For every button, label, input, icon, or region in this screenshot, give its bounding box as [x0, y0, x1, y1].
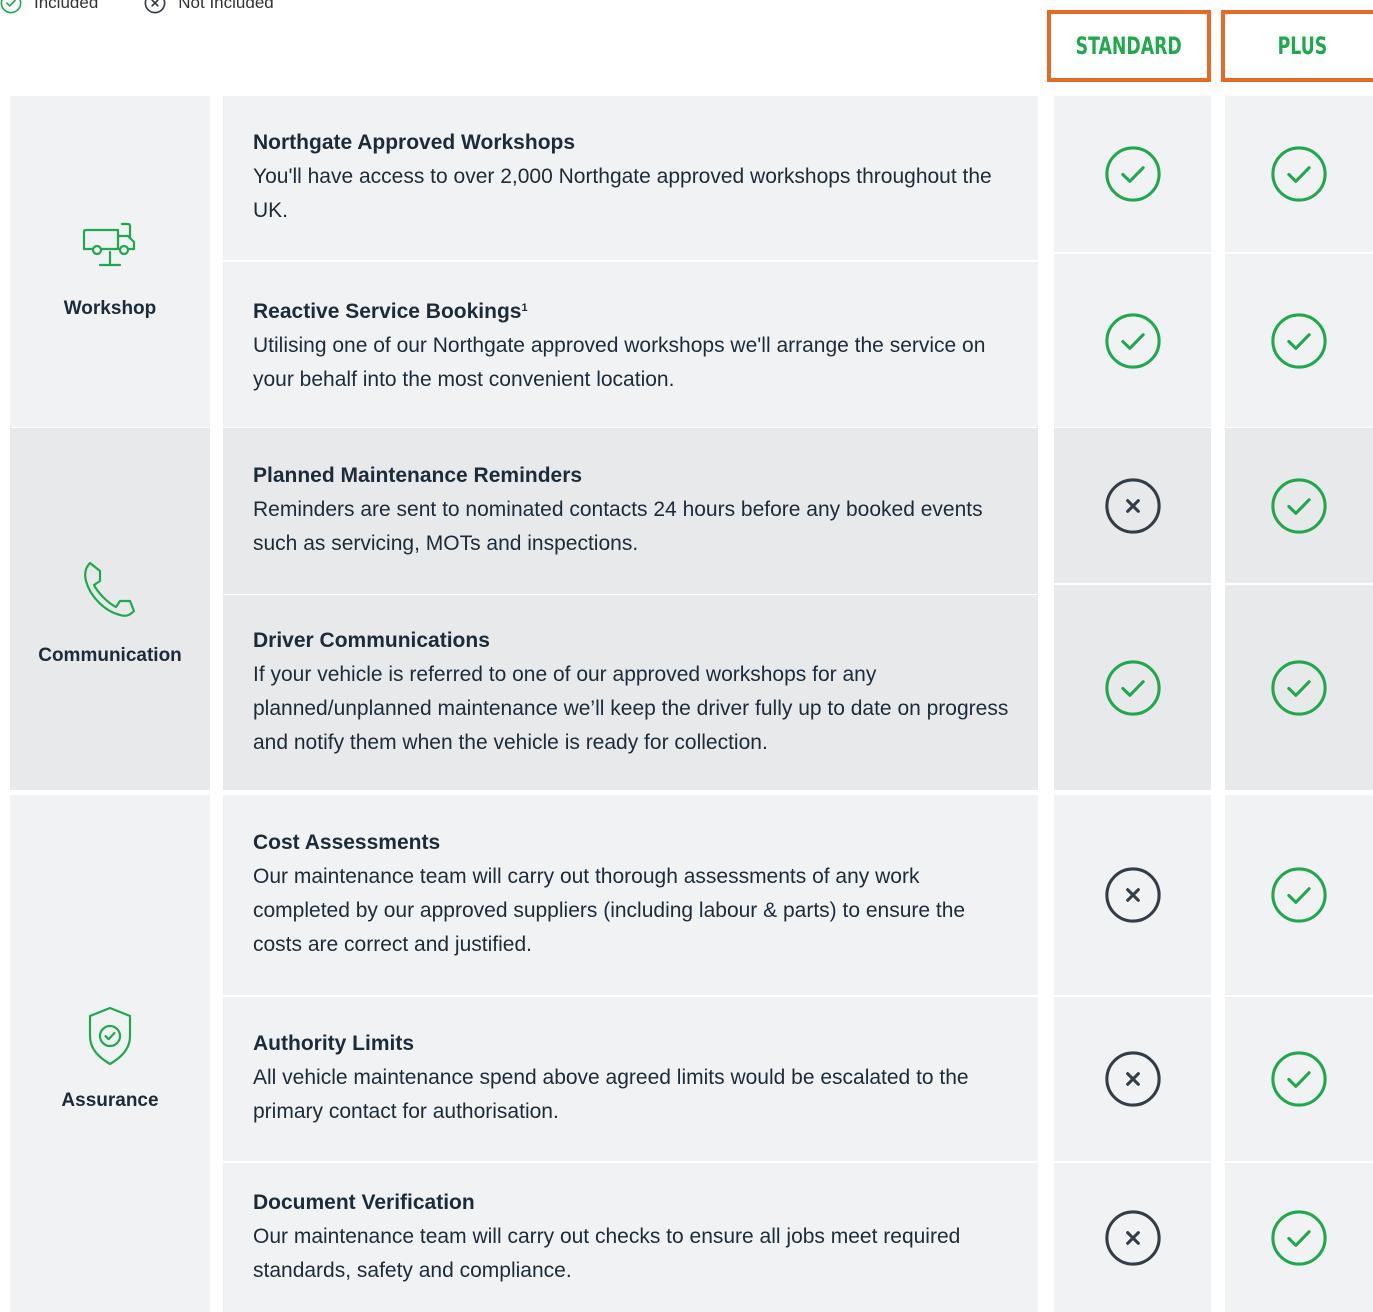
phone-icon	[84, 561, 136, 617]
feature-row: Document Verification Our maintenance te…	[223, 1163, 1038, 1312]
feature-title: Cost Assessments	[253, 831, 441, 854]
standard-mark-cell	[1054, 254, 1211, 427]
check-circle-icon	[1271, 477, 1327, 534]
feature-title: Authority Limits	[253, 1032, 414, 1055]
feature-row: Reactive Service Bookings1 Utilising one…	[223, 262, 1038, 427]
feature-row: Authority Limits All vehicle maintenance…	[223, 997, 1038, 1161]
check-circle-icon	[1104, 146, 1161, 202]
legend-not-included-label: Not Included	[178, 0, 274, 12]
van-on-lift-icon	[82, 222, 136, 266]
feature-title: Driver Communications	[253, 628, 490, 652]
legend-included-label: Included	[34, 0, 99, 12]
group-label: Workshop	[63, 297, 157, 319]
standard-mark-cell	[1054, 96, 1211, 252]
cross-circle-icon	[1104, 1051, 1161, 1107]
check-circle-icon	[1271, 1209, 1327, 1266]
feature-title: Reactive Service Bookings1	[253, 299, 528, 323]
feature-row: Planned Maintenance Reminders Reminders …	[223, 428, 1038, 594]
standard-mark-cell	[1054, 585, 1211, 790]
feature-description: All vehicle maintenance spend above agre…	[253, 1066, 969, 1123]
plus-mark-cell	[1225, 428, 1373, 583]
feature-description: Our maintenance team will carry out thor…	[253, 865, 966, 956]
plus-mark-cell	[1225, 585, 1373, 790]
plus-mark-cell	[1225, 795, 1373, 995]
plus-mark-cell	[1225, 1163, 1373, 1312]
footnote-marker: 1	[521, 301, 528, 314]
standard-mark-cell	[1054, 1163, 1211, 1312]
feature-title: Planned Maintenance Reminders	[253, 464, 583, 487]
feature-row: Cost Assessments Our maintenance team wi…	[223, 795, 1038, 995]
group-assurance: Assurance	[10, 795, 210, 1312]
cross-circle-icon	[144, 0, 166, 14]
plan-name-standard: STANDARD	[1075, 32, 1183, 60]
check-circle-icon	[1271, 867, 1327, 923]
legend: Included Not Included	[0, 0, 274, 14]
feature-row: Driver Communications If your vehicle is…	[223, 595, 1038, 790]
feature-row: Northgate Approved Workshops You'll have…	[223, 96, 1038, 260]
plus-mark-cell	[1225, 997, 1373, 1161]
feature-title: Northgate Approved Workshops	[253, 131, 576, 154]
legend-included: Included	[0, 0, 98, 14]
cross-circle-icon	[1104, 477, 1161, 534]
standard-mark-cell	[1054, 428, 1211, 583]
feature-description: Utilising one of our Northgate approved …	[253, 333, 986, 391]
feature-description: Reminders are sent to nominated contacts…	[253, 498, 983, 555]
check-circle-icon	[1271, 1051, 1327, 1107]
plus-mark-cell	[1225, 96, 1373, 252]
group-label: Communication	[38, 645, 182, 666]
check-circle-icon	[1271, 659, 1327, 716]
cross-circle-icon	[1104, 1209, 1161, 1266]
plan-name-plus: PLUS	[1277, 32, 1327, 60]
cross-circle-icon	[1104, 867, 1161, 923]
shield-check-icon	[88, 1006, 132, 1065]
legend-not-included: Not Included	[144, 0, 274, 14]
check-circle-icon	[1104, 659, 1161, 716]
group-label: Assurance	[61, 1089, 159, 1111]
feature-description: Our maintenance team will carry out chec…	[253, 1224, 961, 1282]
standard-mark-cell	[1054, 795, 1211, 995]
check-circle-icon	[1104, 312, 1161, 369]
group-workshop: Workshop	[10, 96, 210, 427]
feature-title: Document Verification	[253, 1190, 475, 1214]
group-communication: Communication	[10, 428, 210, 790]
check-circle-icon	[1271, 312, 1327, 369]
plus-mark-cell	[1225, 254, 1373, 427]
check-circle-icon	[1271, 146, 1327, 202]
feature-description: If your vehicle is referred to one of ou…	[253, 662, 1009, 754]
standard-mark-cell	[1054, 997, 1211, 1161]
plan-header-plus: PLUS	[1221, 10, 1373, 82]
feature-description: You'll have access to over 2,000 Northga…	[253, 165, 992, 222]
check-circle-icon	[0, 0, 22, 14]
plan-header-standard: STANDARD	[1047, 10, 1211, 82]
